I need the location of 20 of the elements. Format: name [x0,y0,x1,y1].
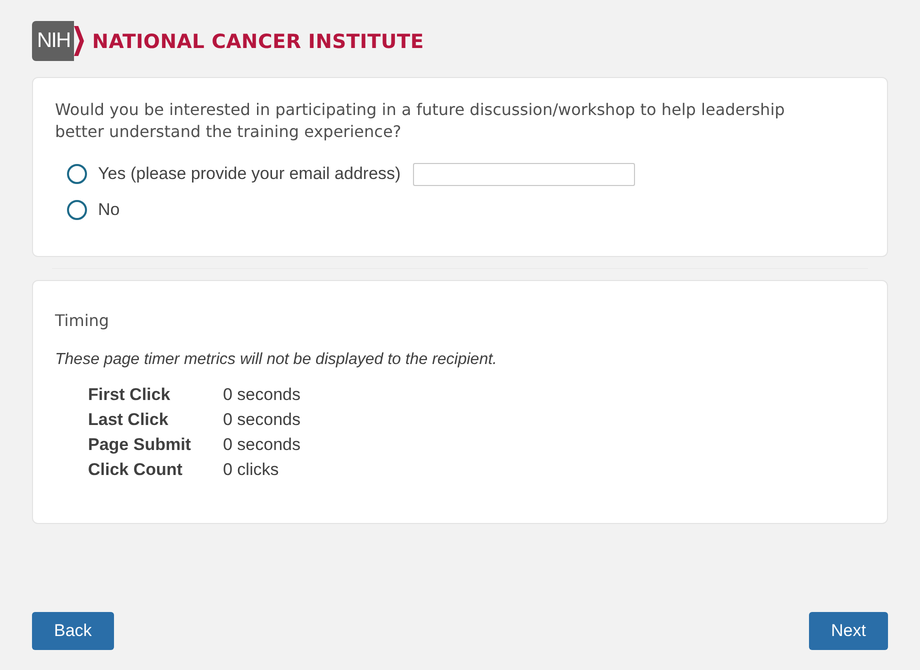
organization-name: NATIONAL CANCER INSTITUTE [92,30,424,52]
radio-button[interactable] [67,164,87,184]
metric-value: 0 clicks [223,460,280,480]
metric-label: Page Submit [88,435,192,455]
option-label[interactable]: Yes (please provide your email address) [98,164,401,184]
metric-value: 0 seconds [223,435,302,455]
timing-note: These page timer metrics will not be displayed to the recipient. [55,351,498,369]
section-title: Timing [55,311,110,330]
metric-label: First Click [88,385,172,405]
next-button[interactable]: Next [809,612,888,650]
back-button[interactable]: Back [32,612,114,650]
option-label[interactable]: No [98,200,120,220]
metric-label: Last Click [88,410,170,430]
logo-mark: NIH [32,21,84,61]
metric-value: 0 seconds [223,410,302,430]
email-field[interactable] [412,162,635,186]
radio-button[interactable] [67,200,87,220]
metric-label: Click Count [88,460,184,480]
metric-value: 0 seconds [223,385,302,405]
question-text: Would you be interested in participating in a future discussion/workshop to help leadership better understand the training experience? [55,99,786,143]
